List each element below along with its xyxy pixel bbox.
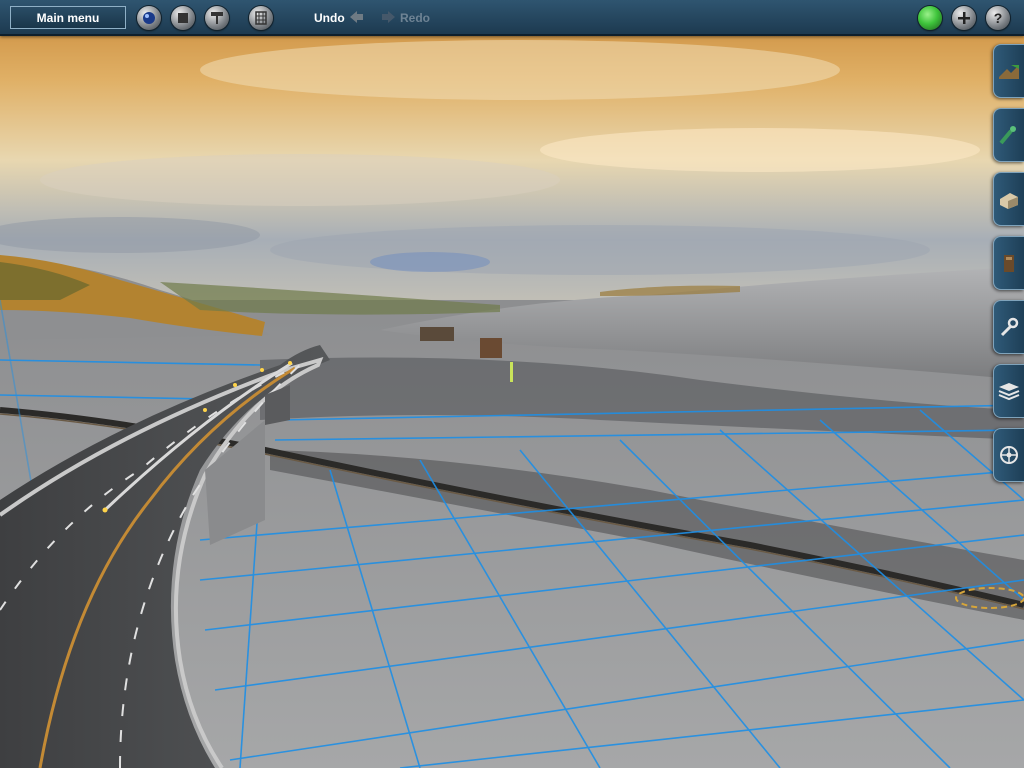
top-toolbar: Main menu Undo Redo ? xyxy=(0,0,1024,36)
main-menu-button[interactable]: Main menu xyxy=(10,6,126,29)
settings-wrench-icon[interactable] xyxy=(993,300,1024,354)
undo-button[interactable]: Undo xyxy=(314,11,345,25)
grid-icon[interactable] xyxy=(249,6,273,30)
track-tool-icon[interactable] xyxy=(993,108,1024,162)
green-status-icon[interactable] xyxy=(918,6,942,30)
terrain-tool-icon[interactable] xyxy=(993,44,1024,98)
redo-button: Redo xyxy=(400,11,430,25)
help-icon[interactable]: ? xyxy=(986,6,1010,30)
driver-wheel-icon[interactable] xyxy=(993,428,1024,482)
plus-icon[interactable] xyxy=(952,6,976,30)
object-tool-icon[interactable] xyxy=(993,236,1024,290)
building-tool-icon[interactable] xyxy=(993,172,1024,226)
stop-icon[interactable] xyxy=(171,6,195,30)
game-viewport[interactable] xyxy=(0,0,1024,768)
undo-arrow-icon[interactable] xyxy=(348,9,364,25)
paint-roller-icon[interactable] xyxy=(205,6,229,30)
camera-icon[interactable] xyxy=(137,6,161,30)
svg-text:?: ? xyxy=(994,10,1003,26)
layers-icon[interactable] xyxy=(993,364,1024,418)
redo-arrow-icon xyxy=(382,11,395,23)
